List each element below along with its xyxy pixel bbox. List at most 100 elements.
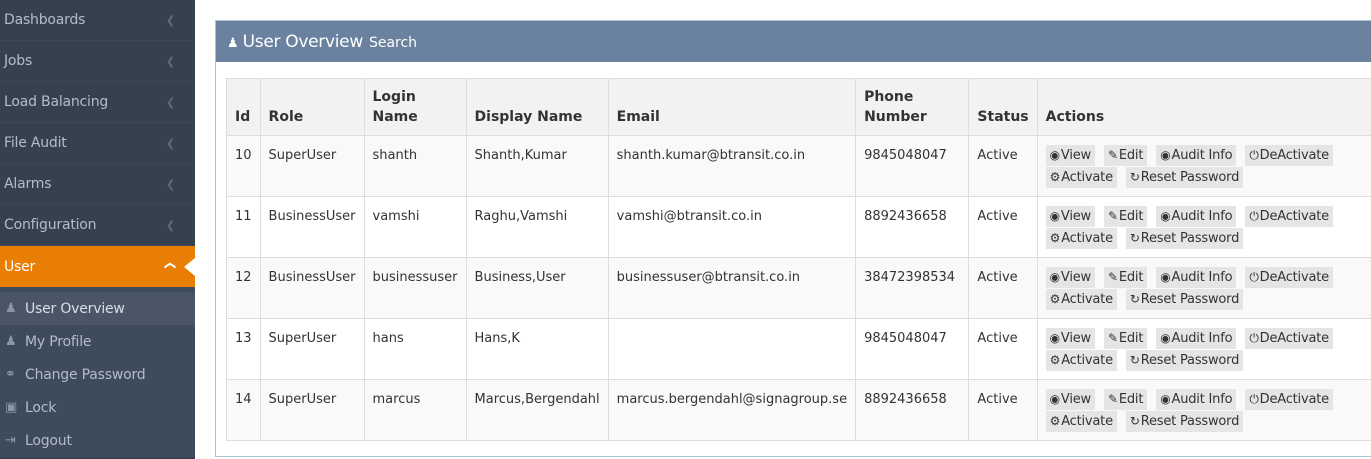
chevron-left-icon: ❮ (165, 178, 175, 191)
activate-button[interactable]: ⚙Activate (1045, 289, 1117, 310)
table-row: 10 SuperUser shanth Shanth,Kumar shanth.kuma… (226, 135, 1371, 197)
submenu-item-lock[interactable]: ▣ Lock (0, 391, 195, 424)
edit-button[interactable]: ✎Edit (1103, 328, 1148, 349)
button-label: Audit Info (1171, 209, 1233, 224)
submenu-item-logout[interactable]: ⇥ Logout (0, 424, 195, 457)
sidebar-item-user[interactable]: User ❮ (0, 246, 195, 287)
column-header: Role (259, 78, 365, 136)
user-icon: ♟ (227, 36, 239, 51)
chevron-left-icon: ❮ (165, 137, 175, 150)
chevron-left-icon: ❮ (165, 96, 175, 109)
eye-icon: ◉ (1049, 392, 1060, 406)
edit-button[interactable]: ✎Edit (1103, 267, 1148, 288)
edit-icon: ✎ (1107, 270, 1118, 284)
reset-password-button[interactable]: ↻Reset Password (1125, 289, 1244, 310)
user-icon: ♟ (5, 301, 17, 316)
user-overview-panel: ♟ User Overview Search Id Role Login Nam… (215, 20, 1371, 457)
display-name-cell: Raghu,Vamshi (465, 196, 609, 258)
eye-icon: ◉ (1160, 331, 1171, 345)
deactivate-button[interactable]: ⏻DeActivate (1245, 389, 1333, 410)
sidebar-item-label: User (4, 258, 36, 275)
view-button[interactable]: ◉View (1045, 389, 1095, 410)
column-header: Email (607, 78, 857, 136)
edit-button[interactable]: ✎Edit (1103, 145, 1148, 166)
view-button[interactable]: ◉View (1045, 145, 1095, 166)
button-label: Audit Info (1171, 148, 1233, 163)
deactivate-button[interactable]: ⏻DeActivate (1245, 328, 1333, 349)
activate-button[interactable]: ⚙Activate (1045, 167, 1117, 188)
sidebar-item-configuration[interactable]: Configuration ❮ (0, 205, 195, 246)
page-subtitle: Search (368, 35, 418, 51)
column-header: Login Name (363, 78, 467, 136)
sidebar-item-dashboards[interactable]: Dashboards ❮ (0, 0, 195, 41)
button-label: Edit (1118, 270, 1144, 285)
sidebar-item-label: Jobs (4, 53, 33, 69)
button-label: Audit Info (1171, 331, 1233, 346)
column-header: Id (226, 78, 261, 136)
power-icon: ⏻ (1249, 392, 1259, 406)
deactivate-button[interactable]: ⏻DeActivate (1245, 145, 1333, 166)
login-cell: marcus (363, 379, 467, 441)
id-cell: 12 (226, 257, 261, 319)
audit-info-button[interactable]: ◉Audit Info (1156, 328, 1237, 349)
activate-button[interactable]: ⚙Activate (1045, 350, 1117, 371)
deactivate-button[interactable]: ⏻DeActivate (1245, 267, 1333, 288)
users-table: Id Role Login Name Display Name Email Ph… (226, 78, 1371, 441)
view-button[interactable]: ◉View (1045, 206, 1095, 227)
audit-info-button[interactable]: ◉Audit Info (1156, 267, 1237, 288)
edit-icon: ✎ (1107, 209, 1118, 223)
reset-password-button[interactable]: ↻Reset Password (1125, 350, 1244, 371)
activate-button[interactable]: ⚙Activate (1045, 228, 1117, 249)
view-button[interactable]: ◉View (1045, 267, 1095, 288)
display-name-cell: Hans,K (465, 318, 609, 380)
sidebar-item-alarms[interactable]: Alarms ❮ (0, 164, 195, 205)
eye-icon: ◉ (1049, 331, 1060, 345)
audit-info-button[interactable]: ◉Audit Info (1156, 389, 1237, 410)
button-label: View (1060, 209, 1091, 224)
reset-password-button[interactable]: ↻Reset Password (1125, 411, 1244, 432)
edit-icon: ✎ (1107, 392, 1118, 406)
submenu-item-user-overview[interactable]: ♟ User Overview (0, 292, 195, 325)
submenu-item-label: My Profile (25, 333, 92, 350)
key-icon: ⚭ (5, 367, 16, 382)
chevron-left-icon: ❮ (165, 14, 175, 27)
edit-button[interactable]: ✎Edit (1103, 206, 1148, 227)
edit-button[interactable]: ✎Edit (1103, 389, 1148, 410)
eye-icon: ◉ (1049, 270, 1060, 284)
button-label: Audit Info (1171, 392, 1233, 407)
submenu-item-my-profile[interactable]: ♟ My Profile (0, 325, 195, 358)
reset-password-button[interactable]: ↻Reset Password (1125, 167, 1244, 188)
sidebar-item-file-audit[interactable]: File Audit ❮ (0, 123, 195, 164)
deactivate-button[interactable]: ⏻DeActivate (1245, 206, 1333, 227)
audit-info-button[interactable]: ◉Audit Info (1156, 145, 1237, 166)
eye-icon: ◉ (1160, 270, 1171, 284)
activate-button[interactable]: ⚙Activate (1045, 411, 1117, 432)
id-cell: 11 (226, 196, 261, 258)
button-label: View (1060, 331, 1091, 346)
button-label: Reset Password (1140, 414, 1240, 429)
page-title: User Overview (242, 32, 364, 52)
reset-password-button[interactable]: ↻Reset Password (1125, 228, 1244, 249)
column-header: Phone Number (855, 78, 970, 136)
panel-header: ♟ User Overview Search (216, 21, 1371, 62)
table-row: 11 BusinessUser vamshi Raghu,Vamshi vamshi@b… (226, 196, 1371, 258)
table-row: 13 SuperUser hans Hans,K 9845048047 Active ◉Vi… (226, 318, 1371, 380)
column-header: Actions (1036, 78, 1371, 136)
button-label: Edit (1118, 209, 1144, 224)
role-cell: SuperUser (259, 379, 365, 441)
table-header-row: Id Role Login Name Display Name Email Ph… (226, 78, 1371, 136)
view-button[interactable]: ◉View (1045, 328, 1095, 349)
button-label: Activate (1061, 231, 1113, 246)
table-body: 10 SuperUser shanth Shanth,Kumar shanth.kuma… (226, 135, 1371, 441)
submenu-item-change-password[interactable]: ⚭ Change Password (0, 358, 195, 391)
gear-icon: ⚙ (1049, 414, 1061, 428)
button-label: Reset Password (1140, 353, 1240, 368)
sidebar-item-jobs[interactable]: Jobs ❮ (0, 41, 195, 82)
audit-info-button[interactable]: ◉Audit Info (1156, 206, 1237, 227)
button-label: Reset Password (1140, 231, 1240, 246)
id-cell: 10 (226, 135, 261, 197)
sidebar-item-load-balancing[interactable]: Load Balancing ❮ (0, 82, 195, 123)
button-label: Edit (1118, 392, 1144, 407)
lock-icon: ▣ (5, 400, 18, 415)
actions-cell: ◉View ✎Edit ◉Audit Info ⏻DeActivate⚙Activat… (1036, 318, 1371, 380)
